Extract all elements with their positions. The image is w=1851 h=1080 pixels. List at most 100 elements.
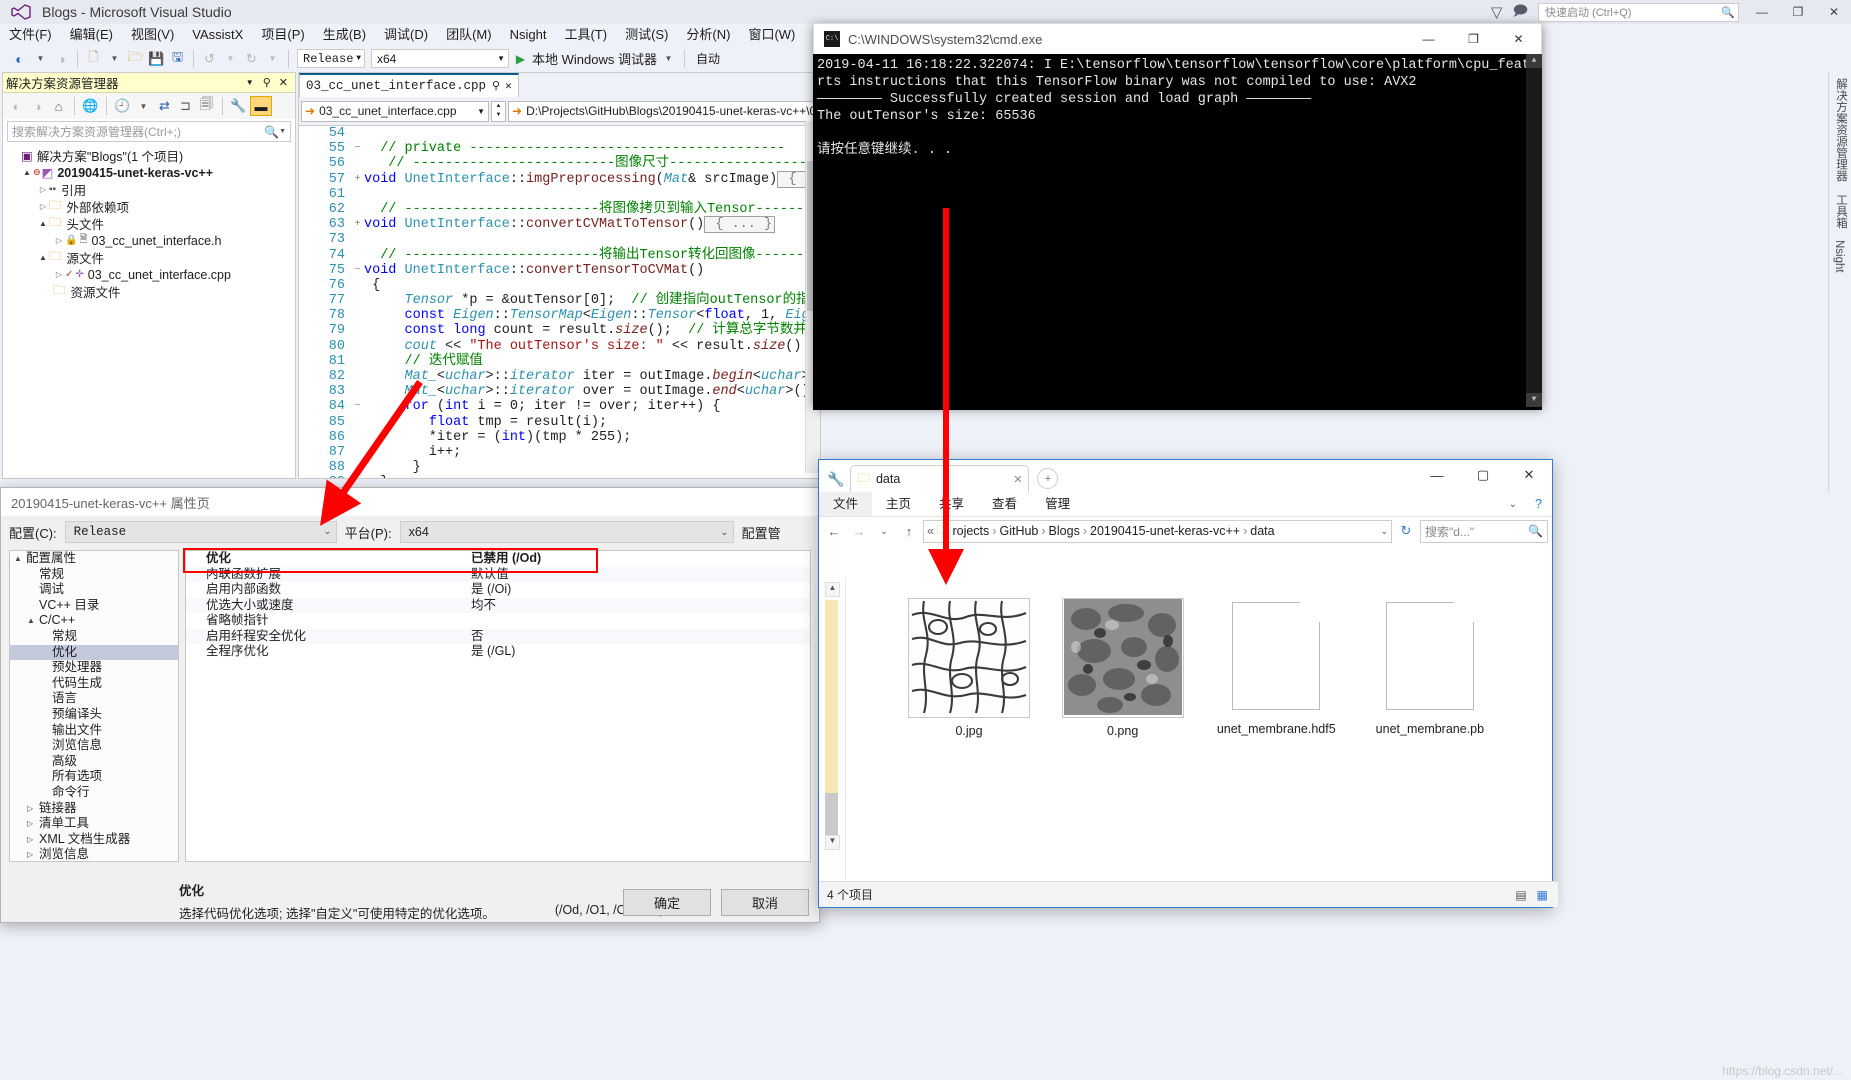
ribbon-tab-manage[interactable]: 管理 xyxy=(1031,492,1084,516)
fold-toggle[interactable] xyxy=(351,384,364,399)
menu-nsight[interactable]: Nsight xyxy=(501,24,556,46)
close-icon[interactable]: ✕ xyxy=(275,76,292,89)
menu-team[interactable]: 团队(M) xyxy=(437,24,501,46)
thumbnail-view-icon[interactable]: ▦ xyxy=(1537,888,1548,902)
navigate-back-dropdown-icon[interactable]: ▼ xyxy=(31,49,50,68)
ok-button[interactable]: 确定 xyxy=(623,889,711,916)
ribbon-tab-file[interactable]: 文件 xyxy=(819,492,872,516)
fold-toggle[interactable] xyxy=(351,369,364,384)
chevron-down-icon[interactable]: ▼ xyxy=(241,78,259,87)
editor-tab-cpp[interactable]: 03_cc_unet_interface.cpp ⚲ ✕ xyxy=(299,73,519,97)
close-icon[interactable]: ✕ xyxy=(1013,473,1022,486)
fold-toggle[interactable]: − xyxy=(351,399,364,414)
explorer-search-input[interactable]: 搜索"d..." 🔍 xyxy=(1420,520,1548,543)
code-text-area[interactable]: 5455− // private -----------------------… xyxy=(299,126,820,478)
property-row-optimization[interactable]: 优化已禁用 (/Od) xyxy=(186,551,810,567)
pin-icon[interactable]: ⚲ xyxy=(492,79,500,93)
chevron-down-icon[interactable]: ⌄ xyxy=(1501,499,1525,510)
menu-debug[interactable]: 调试(D) xyxy=(375,24,437,46)
pin-icon[interactable]: ⚲ xyxy=(259,76,275,89)
menu-file[interactable]: 文件(F) xyxy=(0,24,61,46)
property-tree-item[interactable]: 代码生成 xyxy=(10,676,178,692)
tree-row-header-file[interactable]: ▷ 🔒 🗎 03_cc_unet_interface.h xyxy=(3,232,295,249)
fold-toggle[interactable] xyxy=(351,323,364,338)
fold-toggle[interactable] xyxy=(351,354,364,369)
tree-expander[interactable]: ▷ xyxy=(53,236,65,245)
fold-toggle[interactable] xyxy=(351,415,364,430)
fold-toggle[interactable]: + xyxy=(351,217,364,232)
fold-toggle[interactable] xyxy=(351,475,364,478)
nav-scroll-up-icon[interactable]: ▲ xyxy=(825,582,840,597)
property-tree-item[interactable]: 命令行 xyxy=(10,785,178,801)
fold-toggle[interactable]: − xyxy=(351,263,364,278)
fold-toggle[interactable] xyxy=(351,187,364,202)
save-icon[interactable]: 💾 xyxy=(147,49,166,68)
file-item[interactable]: 0.jpg xyxy=(894,598,1044,738)
vs-close-button[interactable]: ✕ xyxy=(1821,1,1847,23)
spinner-up-icon[interactable]: ▲ xyxy=(492,102,505,112)
tree-expander[interactable]: ▷ xyxy=(37,202,49,211)
fold-toggle[interactable]: − xyxy=(351,141,364,156)
property-tree-item[interactable]: ▷清单工具 xyxy=(10,816,178,832)
tree-row-project[interactable]: ▲ ⊖ ◩ 20190415-unet-keras-vc++ xyxy=(3,164,295,181)
navigate-forward-icon[interactable]: ◑ xyxy=(52,49,71,68)
property-tree-item[interactable]: 浏览信息 xyxy=(10,738,178,754)
breadcrumb-segment-github[interactable]: GitHub xyxy=(999,524,1038,538)
up-arrow-icon[interactable]: ↑ xyxy=(898,520,920,542)
nav-scroll-down-icon[interactable]: ▼ xyxy=(825,835,840,850)
tree-row-header-files[interactable]: ▲ 🗀 头文件 xyxy=(3,215,295,232)
spinner-down-icon[interactable]: ▼ xyxy=(492,111,505,121)
feedback-icon[interactable]: 🗩 xyxy=(1512,0,1528,24)
start-debug-dropdown-icon[interactable]: ▼ xyxy=(659,49,678,68)
file-item[interactable]: unet_membrane.pb xyxy=(1355,598,1505,736)
breadcrumb-segment-projects[interactable]: rojects xyxy=(952,524,989,538)
explorer-file-list[interactable]: 0.jpg xyxy=(846,578,1550,880)
property-tree-item[interactable]: 常规 xyxy=(10,567,178,583)
property-tree-item[interactable]: ▲配置属性 xyxy=(10,551,178,567)
solution-platform-combo[interactable]: x64 ▼ xyxy=(371,49,509,68)
rail-item-nsight[interactable]: Nsight xyxy=(1829,234,1849,279)
forward-icon[interactable]: ◑ xyxy=(28,97,47,116)
tree-expander[interactable]: ▲ xyxy=(37,219,49,228)
tree-expander[interactable]: ▲ xyxy=(21,168,33,177)
breadcrumb-overflow[interactable]: « xyxy=(927,524,934,538)
menu-build[interactable]: 生成(B) xyxy=(314,24,375,46)
navigate-back-icon[interactable]: ◐ xyxy=(10,49,29,68)
tree-row-references[interactable]: ▷ ▪▪ 引用 xyxy=(3,181,295,198)
nav-member-combo[interactable]: ➜ 03_cc_unet_interface.cpp ▼ xyxy=(301,101,489,122)
filter-icon[interactable]: ▽ xyxy=(1491,3,1503,21)
address-breadcrumb-input[interactable]: « 🗀 rojects › GitHub › Blogs › 20190415-… xyxy=(923,520,1392,543)
tree-row-external-deps[interactable]: ▷ 🗀 外部依赖项 xyxy=(3,198,295,215)
explorer-tab-data[interactable]: 🗀 data ✕ xyxy=(850,465,1029,492)
pending-changes-icon[interactable]: 🕘 xyxy=(113,97,132,116)
tree-row-solution[interactable]: ▣ 解决方案"Blogs"(1 个项目) xyxy=(3,147,295,164)
menu-project[interactable]: 项目(P) xyxy=(252,24,313,46)
refresh-icon[interactable]: ↻ xyxy=(1395,520,1417,542)
details-view-icon[interactable]: ▤ xyxy=(1515,888,1526,902)
help-icon[interactable]: ? xyxy=(1525,497,1552,511)
tree-expander[interactable]: ▷ xyxy=(37,185,49,194)
undo-dropdown-icon[interactable]: ▼ xyxy=(221,49,240,68)
menu-view[interactable]: 视图(V) xyxy=(122,24,183,46)
cmd-console-output[interactable]: 2019-04-11 16:18:22.322074: I E:\tensorf… xyxy=(813,54,1542,410)
play-icon[interactable]: ▶ xyxy=(511,49,530,68)
property-value[interactable]: 否 xyxy=(471,629,810,645)
property-row[interactable]: 内联函数扩展默认值 xyxy=(186,567,810,583)
wrench-icon[interactable]: 🔧 xyxy=(827,471,844,488)
ribbon-tab-share[interactable]: 共享 xyxy=(925,492,978,516)
property-value[interactable]: 已禁用 (/Od) xyxy=(471,551,810,567)
fold-toggle[interactable] xyxy=(351,460,364,475)
property-tree-item[interactable]: ▷链接器 xyxy=(10,801,178,817)
cmd-close-button[interactable]: ✕ xyxy=(1496,25,1541,54)
fold-toggle[interactable] xyxy=(351,308,364,323)
property-tree-item[interactable]: ▲C/C++ xyxy=(10,613,178,629)
property-value[interactable]: 是 (/GL) xyxy=(471,644,810,660)
breadcrumb-segment-data[interactable]: data xyxy=(1250,524,1274,538)
property-tree-item[interactable]: ▷XML 文档生成器 xyxy=(10,832,178,848)
tree-expander[interactable]: ▲ xyxy=(27,613,39,629)
forward-arrow-icon[interactable]: → xyxy=(848,520,870,542)
quick-launch-input[interactable]: 快速启动 (Ctrl+Q) 🔍 xyxy=(1538,3,1739,22)
property-tree-item[interactable]: 语言 xyxy=(10,691,178,707)
fold-toggle[interactable] xyxy=(351,339,364,354)
solution-configuration-combo[interactable]: Release ▼ xyxy=(297,49,365,68)
